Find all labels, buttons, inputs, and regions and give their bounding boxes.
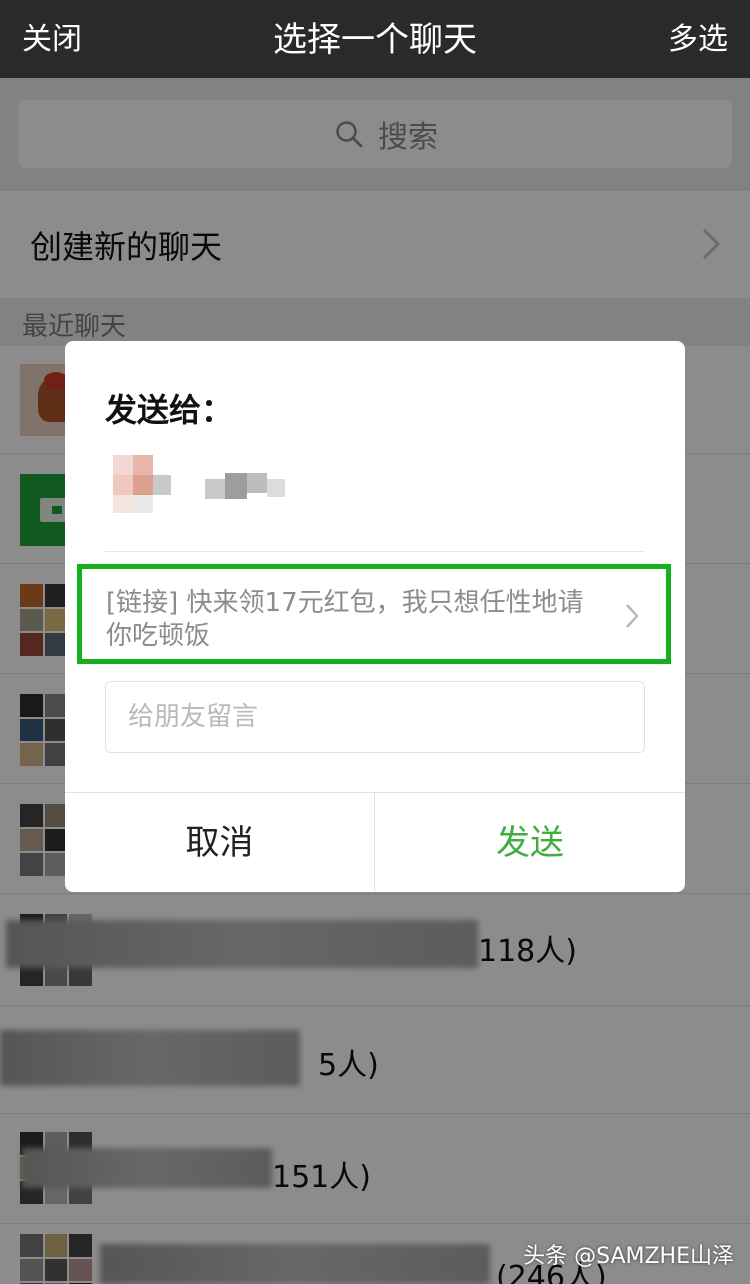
page-title: 选择一个聊天 <box>273 20 477 60</box>
dialog-footer: 取消 发送 <box>65 792 685 892</box>
recipient-avatar <box>113 455 177 513</box>
dialog-title: 发送给： <box>105 391 234 429</box>
divider <box>105 551 645 552</box>
send-button[interactable]: 发送 <box>375 793 685 892</box>
send-to-dialog: 发送给： [链接] 快来领17元红包，我只想任性地请你吃顿饭 取消 发送 <box>65 341 685 892</box>
cancel-button[interactable]: 取消 <box>65 793 375 892</box>
message-input[interactable] <box>105 681 645 753</box>
shared-link-card[interactable]: [链接] 快来领17元红包，我只想任性地请你吃顿饭 <box>77 564 671 664</box>
top-nav-bar: 关闭 选择一个聊天 多选 <box>0 0 750 78</box>
chevron-right-icon <box>626 604 639 628</box>
multi-select-button[interactable]: 多选 <box>668 14 728 58</box>
recipient-name-blurred <box>205 473 285 499</box>
watermark: 头条 @SAMZHE山泽 <box>523 1244 734 1269</box>
link-preview-text: [链接] 快来领17元红包，我只想任性地请你吃顿饭 <box>106 588 584 651</box>
